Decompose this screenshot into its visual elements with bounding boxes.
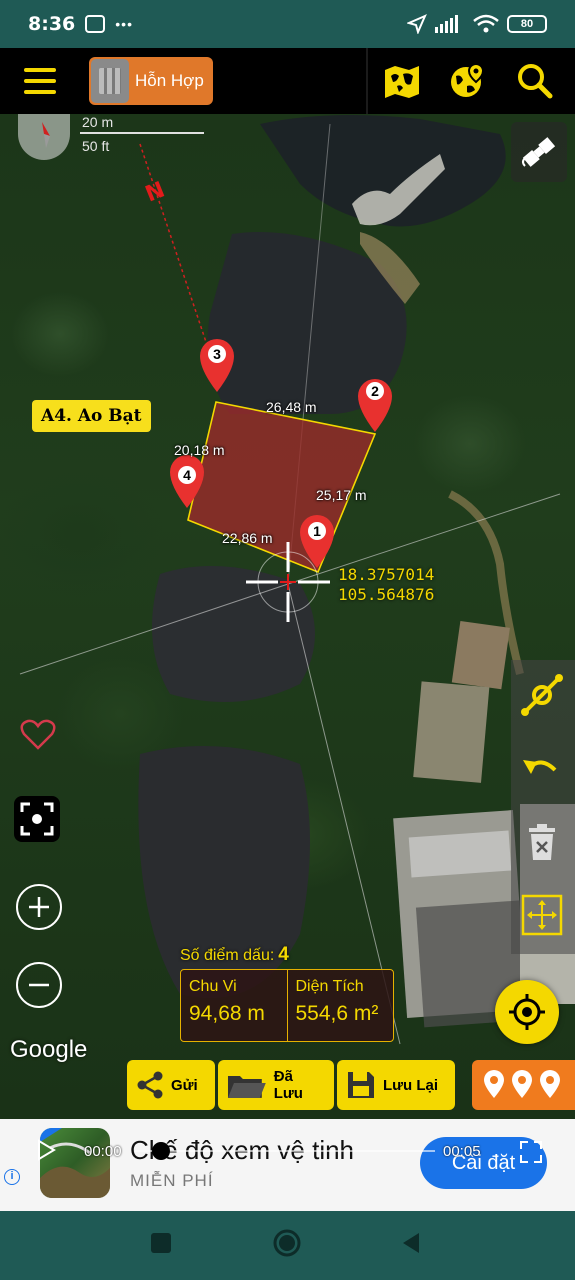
save-label: Lưu Lại <box>383 1076 439 1094</box>
ad-subtitle: MIỄN PHÍ <box>130 1171 214 1190</box>
back-icon[interactable] <box>399 1231 423 1255</box>
crosshair-coordinates: 18.3757014 105.564876 <box>338 565 434 605</box>
menu-icon[interactable] <box>24 68 56 94</box>
satellite-map[interactable]: 1 2 3 4 20 m 50 ft N A4. Ao Bạt 26,48 m … <box>0 114 575 1119</box>
more-notifications-icon: ••• <box>115 16 133 32</box>
toolbar-divider <box>366 48 368 114</box>
measurement-panel: Chu Vi 94,68 m Diện Tích 554,6 m² <box>180 969 394 1042</box>
send-button[interactable]: Gửi <box>127 1060 215 1110</box>
top-toolbar: Hỗn Hợp <box>0 48 575 114</box>
path-tool-icon[interactable] <box>519 672 565 718</box>
satellite-thumb-icon <box>91 59 129 103</box>
notification-icon <box>85 15 106 33</box>
map-pins-icon <box>484 1070 560 1098</box>
focus-button[interactable] <box>14 796 60 842</box>
map-mode-label: Hỗn Hợp <box>135 71 204 90</box>
compass-needle-icon <box>42 122 50 148</box>
saved-label: Đã Lưu <box>273 1068 303 1102</box>
marker-3[interactable]: 3 <box>200 339 234 392</box>
signal-icon <box>435 15 458 33</box>
status-time: 8:36 <box>28 13 76 35</box>
focus-frame-icon <box>20 802 54 836</box>
points-count: Số điểm dấu: 4 <box>180 944 289 966</box>
ad-app-art-icon <box>40 1128 110 1198</box>
floppy-disk-icon <box>348 1072 374 1098</box>
marker-1-label: 1 <box>313 523 321 539</box>
crosshair-target-icon <box>509 994 545 1030</box>
minus-icon <box>29 983 49 987</box>
wifi-icon <box>473 14 499 33</box>
segment-length-1-4: 22,86 m <box>222 530 273 546</box>
map-mode-button[interactable]: Hỗn Hợp <box>89 57 213 105</box>
marker-1[interactable]: 1 <box>300 515 334 568</box>
location-icon <box>407 14 427 34</box>
plus-icon <box>29 897 49 917</box>
segment-length-3-2: 26,48 m <box>266 399 317 415</box>
points-count-value: 4 <box>278 944 289 965</box>
recents-icon[interactable] <box>149 1231 173 1255</box>
action-bar: Gửi Đã Lưu Lưu Lại <box>127 1060 455 1110</box>
home-icon[interactable] <box>272 1228 302 1258</box>
folder-icon <box>227 1076 266 1098</box>
ad-banner[interactable]: i Chế độ xem vệ tinh MIỄN PHÍ Cài đặt <box>0 1119 575 1211</box>
area-value: 554,6 m² <box>295 1002 379 1025</box>
segment-length-2-1: 25,17 m <box>316 487 367 503</box>
segment-length-4-3: 20,18 m <box>174 442 225 458</box>
ad-install-button[interactable]: Cài đặt <box>420 1137 547 1189</box>
points-count-label: Số điểm dấu: <box>180 947 275 964</box>
edit-tool-rail <box>511 660 575 954</box>
place-label[interactable]: A4. Ao Bạt <box>32 400 151 432</box>
ad-install-label: Cài đặt <box>451 1151 516 1174</box>
satellite-icon <box>522 137 556 167</box>
world-map-icon[interactable] <box>383 62 421 100</box>
compass-button[interactable] <box>18 114 70 160</box>
area-cell: Diện Tích 554,6 m² <box>286 970 394 1041</box>
zoom-in-button[interactable] <box>16 884 62 930</box>
undo-icon[interactable] <box>519 746 565 792</box>
share-icon <box>137 1071 163 1099</box>
favorite-heart-icon[interactable] <box>20 718 56 750</box>
zoom-out-button[interactable] <box>16 962 62 1008</box>
marker-3-label: 3 <box>213 346 221 362</box>
latitude: 18.3757014 <box>338 565 435 584</box>
marker-4[interactable]: 4 <box>170 455 204 508</box>
google-attribution: Google <box>10 1036 88 1063</box>
ad-info-icon[interactable]: i <box>4 1169 20 1185</box>
save-button[interactable]: Lưu Lại <box>337 1060 455 1110</box>
scale-imperial: 50 ft <box>82 138 110 154</box>
trash-icon[interactable] <box>519 820 565 866</box>
marker-4-label: 4 <box>183 467 191 483</box>
perimeter-cell: Chu Vi 94,68 m <box>181 970 287 1041</box>
marker-2-label: 2 <box>371 383 379 399</box>
ad-title: Chế độ xem vệ tinh <box>130 1135 355 1165</box>
saved-button[interactable]: Đã Lưu <box>218 1060 334 1110</box>
gps-satellite-button[interactable] <box>511 122 567 182</box>
my-location-button[interactable] <box>495 980 559 1044</box>
perimeter-value: 94,68 m <box>189 1002 265 1025</box>
perimeter-label: Chu Vi <box>189 978 237 995</box>
system-nav-bar <box>0 1211 575 1280</box>
markers-button[interactable] <box>472 1060 575 1110</box>
scale-bar <box>80 132 204 134</box>
longitude: 105.564876 <box>338 585 435 604</box>
send-label: Gửi <box>171 1076 198 1094</box>
status-bar: 8:36 ••• 80 <box>0 0 575 48</box>
marker-2[interactable]: 2 <box>358 379 392 432</box>
globe-pin-icon[interactable] <box>449 62 487 100</box>
map-scale: 20 m 50 ft <box>80 114 210 154</box>
area-label: Diện Tích <box>295 978 364 995</box>
scale-metric: 20 m <box>82 114 114 130</box>
fit-bounds-icon[interactable] <box>519 892 565 938</box>
search-icon[interactable] <box>516 62 554 100</box>
ad-app-thumbnail[interactable] <box>40 1128 110 1198</box>
battery-icon: 80 <box>507 15 547 33</box>
